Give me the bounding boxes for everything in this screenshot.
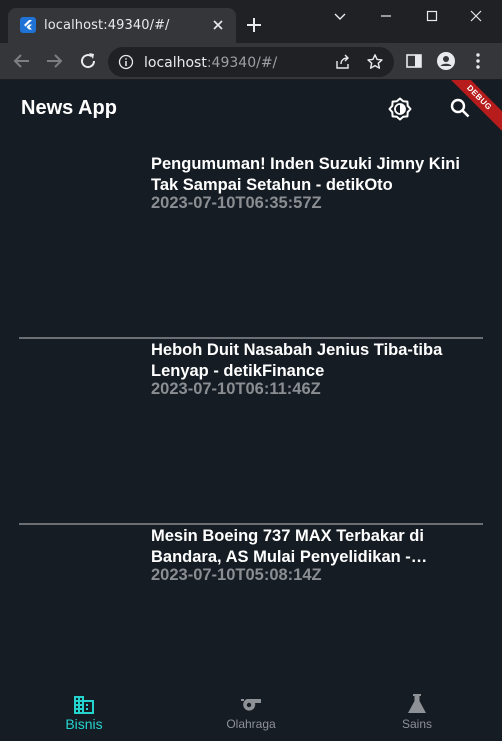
back-arrow-icon[interactable] <box>10 49 34 73</box>
nav-label: Olahraga <box>226 717 276 731</box>
tab-title: localhost:49340/#/ <box>44 18 170 33</box>
business-icon <box>72 693 96 715</box>
news-date: 2023-07-10T06:35:57Z <box>151 194 322 212</box>
news-title: Pengumuman! Inden Suzuki Jimny Kini Tak … <box>151 155 460 194</box>
science-flask-icon <box>405 693 429 715</box>
nav-label: Sains <box>401 717 433 731</box>
browser-titlebar: localhost:49340/#/ <box>0 0 502 43</box>
url-text[interactable]: localhost:49340/#/ <box>144 55 277 71</box>
url-path: :49340/#/ <box>206 55 278 71</box>
side-panel-icon[interactable] <box>404 51 424 71</box>
close-tab-icon[interactable] <box>210 17 226 33</box>
nav-item-sains[interactable]: Sains <box>357 693 477 731</box>
whistle-icon <box>239 693 263 715</box>
browser-toolbar: localhost:49340/#/ <box>0 43 502 79</box>
search-icon[interactable] <box>449 97 471 119</box>
news-date: 2023-07-10T06:11:46Z <box>151 380 321 398</box>
share-icon[interactable] <box>334 53 352 71</box>
site-info-icon[interactable] <box>118 54 134 70</box>
nav-label: Bisnis <box>65 716 103 732</box>
brightness-icon[interactable] <box>388 97 412 121</box>
nav-item-olahraga[interactable]: Olahraga <box>191 693 311 731</box>
profile-avatar-icon[interactable] <box>436 51 456 71</box>
minimize-icon[interactable] <box>374 6 398 26</box>
browser-menu-icon[interactable] <box>468 51 488 71</box>
news-list-item[interactable]: Heboh Duit Nasabah Jenius Tiba-tiba Leny… <box>19 340 483 525</box>
close-window-icon[interactable] <box>464 6 488 26</box>
list-divider <box>19 523 483 525</box>
forward-arrow-icon[interactable] <box>42 49 66 73</box>
news-date: 2023-07-10T05:08:14Z <box>151 566 322 584</box>
news-title: Heboh Duit Nasabah Jenius Tiba-tiba Leny… <box>151 341 443 380</box>
list-divider <box>19 337 483 339</box>
nav-item-bisnis[interactable]: Bisnis <box>24 693 144 732</box>
reload-icon[interactable] <box>76 49 100 73</box>
app-viewport: News App DEBUG Pengumuman! Inden Suzuki … <box>0 80 502 741</box>
address-bar[interactable]: localhost:49340/#/ <box>108 47 394 77</box>
flutter-favicon-icon <box>20 17 36 33</box>
news-title: Mesin Boeing 737 MAX Terbakar di Bandara… <box>151 527 424 566</box>
maximize-icon[interactable] <box>420 6 444 26</box>
news-list-item[interactable]: Pengumuman! Inden Suzuki Jimny Kini Tak … <box>19 154 483 339</box>
bookmark-star-icon[interactable] <box>366 53 384 71</box>
url-host: localhost <box>144 55 207 71</box>
tab-search-chevron-icon[interactable] <box>328 6 352 26</box>
new-tab-icon[interactable] <box>244 15 264 35</box>
browser-tab[interactable]: localhost:49340/#/ <box>8 8 236 43</box>
app-title: News App <box>21 97 117 119</box>
app-bar: News App DEBUG <box>0 80 502 138</box>
bottom-navigation-bar: Bisnis Olahraga Sains <box>0 679 502 741</box>
